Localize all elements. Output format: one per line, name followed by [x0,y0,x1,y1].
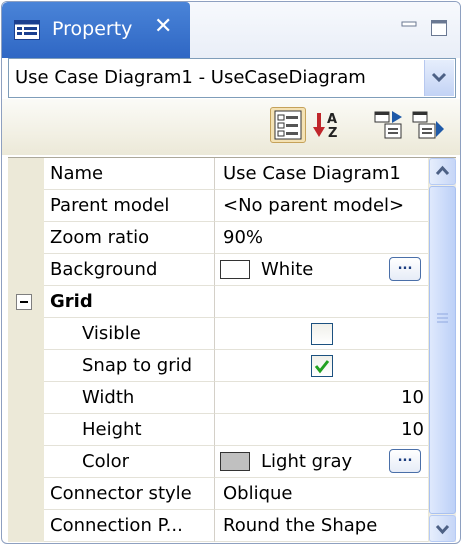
color-swatch [220,452,250,471]
expand-all-button[interactable] [372,107,408,143]
svg-text:A: A [327,112,337,127]
property-row-color[interactable]: Color Light gray ... [8,446,428,478]
property-category-grid[interactable]: Grid [8,286,428,318]
scroll-up-button[interactable] [429,158,456,185]
sort-alphabetical-button[interactable]: A Z [312,107,348,143]
property-value[interactable]: White ... [215,254,428,286]
property-row-width[interactable]: Width 10 [8,382,428,414]
property-label: Snap to grid [44,350,215,382]
collapse-all-icon [412,111,444,139]
diagram-selector[interactable]: Use Case Diagram1 - UseCaseDiagram [8,58,456,98]
property-label: Width [44,382,215,414]
property-value[interactable]: Round the Shape [215,510,428,542]
panel-title-bar: Property ✕ [2,2,460,58]
property-label: Connection P... [44,510,215,542]
chevron-up-icon [435,165,450,176]
property-label: Parent model [44,190,215,222]
expand-all-icon [374,111,402,139]
scroll-down-button[interactable] [429,515,456,542]
property-value[interactable]: Use Case Diagram1 [215,158,428,190]
property-row-visible[interactable]: Visible [8,318,428,350]
property-value[interactable]: 90% [215,222,428,254]
property-label: Height [44,414,215,446]
property-row-parent-model[interactable]: Parent model <No parent model> [8,190,428,222]
property-panel: Property ✕ Use Case Diagram1 - UseCaseDi… [1,1,461,544]
property-label: Grid [44,286,215,318]
property-value[interactable] [215,350,428,382]
chevron-down-icon [435,524,450,535]
vertical-scrollbar[interactable] [429,158,456,542]
property-label: Name [44,158,215,190]
scrollbar-thumb[interactable] [429,186,456,514]
categories-view-button[interactable] [270,107,306,143]
property-value[interactable]: Light gray ... [215,446,428,478]
property-row-connector-style[interactable]: Connector style Oblique [8,478,428,510]
property-label: Color [44,446,215,478]
tab-title: Property [52,18,133,40]
color-swatch [220,260,250,279]
diagram-selector-value: Use Case Diagram1 - UseCaseDiagram [15,67,366,88]
collapse-icon[interactable] [16,294,32,310]
property-value[interactable]: 10 [215,382,428,414]
background-browse-button[interactable]: ... [389,257,421,281]
property-label: Zoom ratio [44,222,215,254]
categories-icon [274,110,302,140]
snap-to-grid-checkbox[interactable] [311,355,333,377]
property-row-zoom-ratio[interactable]: Zoom ratio 90% [8,222,428,254]
property-sheet-icon [14,20,40,40]
property-row-background[interactable]: Background White ... [8,254,428,286]
property-value[interactable]: 10 [215,414,428,446]
chevron-down-icon [431,72,447,83]
minimize-icon[interactable] [398,18,420,38]
close-icon[interactable]: ✕ [154,15,172,39]
property-label: Connector style [44,478,215,510]
sort-az-icon: A Z [313,112,337,141]
property-value[interactable]: Oblique [215,478,428,510]
property-toolbar: A Z [2,99,460,155]
grip-icon [437,313,448,323]
tab-property[interactable]: Property ✕ [2,2,190,58]
property-row-connection-point[interactable]: Connection P... Round the Shape [8,510,428,542]
property-value [215,286,428,318]
color-browse-button[interactable]: ... [389,449,421,473]
svg-text:Z: Z [328,126,337,141]
maximize-icon[interactable] [428,18,450,38]
property-row-height[interactable]: Height 10 [8,414,428,446]
property-value[interactable]: <No parent model> [215,190,428,222]
property-row-name[interactable]: Name Use Case Diagram1 [8,158,428,190]
property-label: Background [44,254,215,286]
checkmark-icon [314,360,330,374]
dropdown-button[interactable] [424,60,454,96]
property-value[interactable] [215,318,428,350]
property-grid: Name Use Case Diagram1 Parent model <No … [8,157,456,542]
collapse-all-button[interactable] [410,107,446,143]
property-label: Visible [44,318,215,350]
property-row-snap-to-grid[interactable]: Snap to grid [8,350,428,382]
visible-checkbox[interactable] [311,323,333,345]
